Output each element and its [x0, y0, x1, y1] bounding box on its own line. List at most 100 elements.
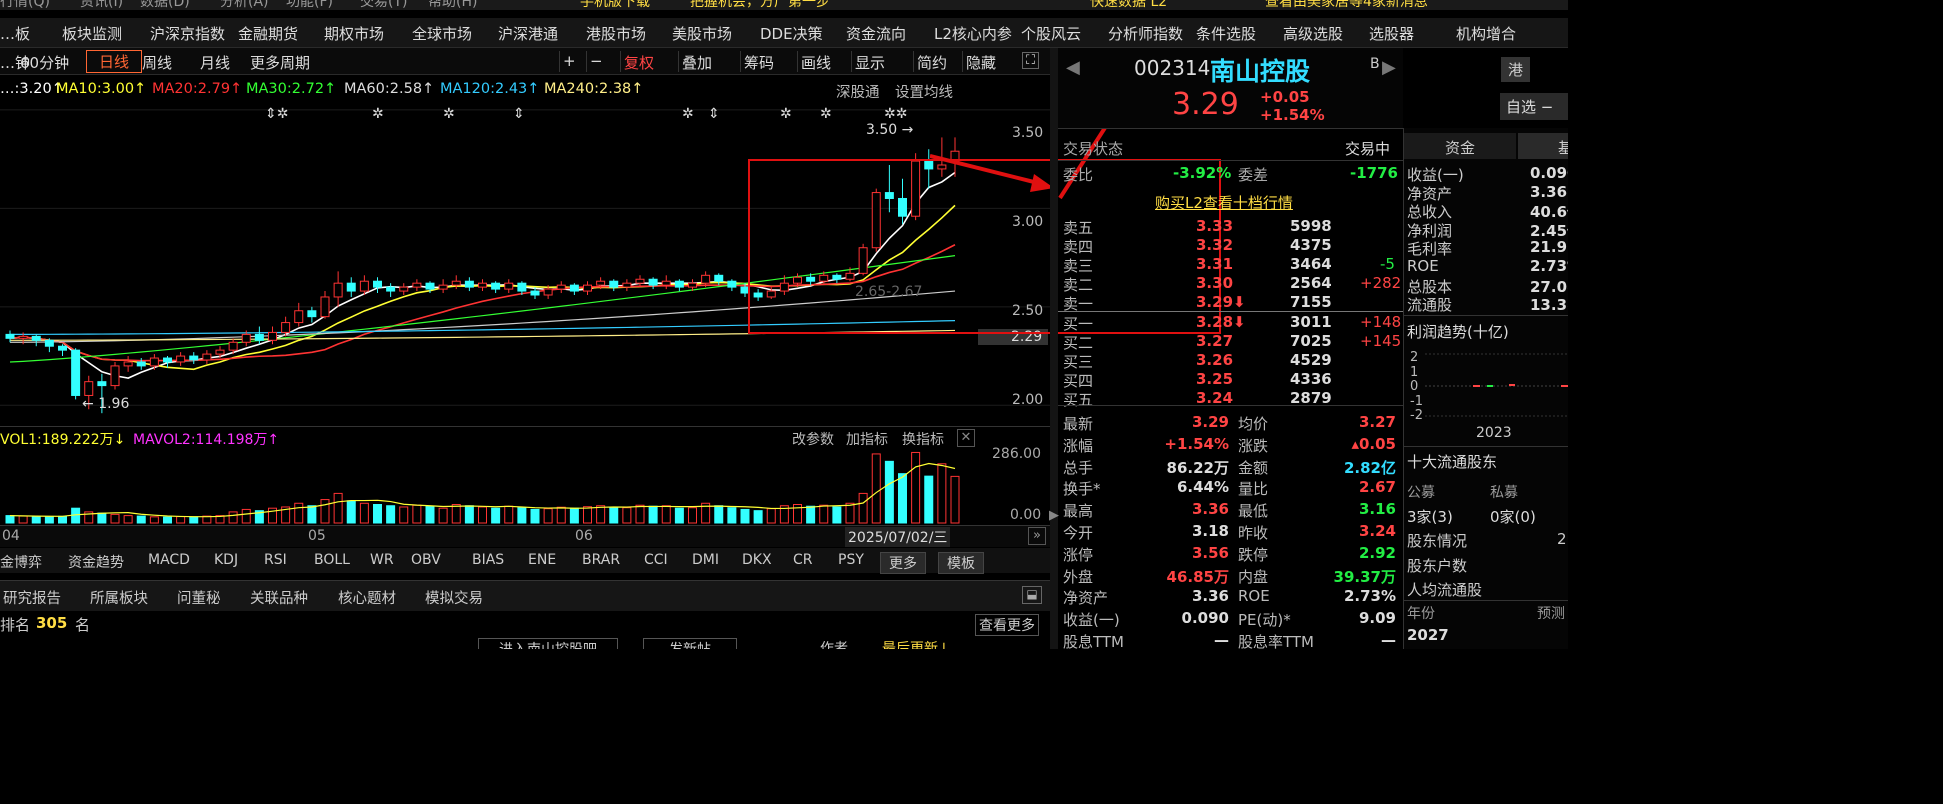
toolbar-button[interactable]: 显示	[855, 52, 885, 73]
menu-item[interactable]: 数据(D)	[140, 0, 190, 10]
see-more-button[interactable]: 查看更多	[975, 614, 1039, 636]
nav-item[interactable]: 条件选股	[1196, 23, 1256, 44]
period-tab[interactable]: 周线	[142, 52, 172, 73]
candle-body	[97, 381, 107, 387]
menu-right-item[interactable]: 快速数据 L2	[1090, 0, 1167, 10]
scroll-right-icon[interactable]: »	[1028, 527, 1046, 545]
nav-item[interactable]: 沪深港通	[498, 23, 558, 44]
bottom-tab[interactable]: 研究报告	[3, 587, 61, 608]
menu-item[interactable]: 行情(Q)	[0, 0, 50, 10]
quote-value: 3.16	[1358, 500, 1396, 519]
nav-item[interactable]: 沪深京指数	[150, 23, 225, 44]
toolbar-button[interactable]: +	[563, 52, 576, 70]
toolbar-button[interactable]: 筹码	[744, 52, 774, 73]
close-icon[interactable]: ✕	[957, 429, 975, 447]
bottom-tab[interactable]: 问董秘	[177, 587, 221, 608]
menu-right-item[interactable]: 手机版下载	[580, 0, 650, 10]
bottom-tab[interactable]: 模拟交易	[425, 587, 483, 608]
menu-item[interactable]: 交易(T)	[360, 0, 407, 10]
nav-item[interactable]: 选股器	[1369, 23, 1414, 44]
bottom-tab[interactable]: 关联品种	[250, 587, 308, 608]
nav-item[interactable]: 高级选股	[1283, 23, 1343, 44]
nav-item[interactable]: 全球市场	[412, 23, 472, 44]
indicator-tab[interactable]: KDJ	[214, 552, 238, 568]
nav-item[interactable]: 个股风云	[1021, 23, 1081, 44]
indicator-tab[interactable]: 更多	[880, 552, 926, 574]
bottom-tab[interactable]: 核心题材	[338, 587, 396, 608]
toolbar-button[interactable]: 画线	[801, 52, 831, 73]
indicator-tab[interactable]: ENE	[528, 552, 556, 568]
toolbar-button[interactable]: −	[590, 52, 603, 70]
splitter[interactable]	[1050, 48, 1058, 649]
indicator-tab[interactable]: PSY	[838, 552, 864, 568]
indicator-tab[interactable]: BOLL	[314, 552, 350, 568]
quote-value: 3.18	[1191, 522, 1229, 540]
holders-row-1[interactable]: 股东情况	[1407, 530, 1467, 551]
switch-indicator-link[interactable]: 换指标	[902, 429, 944, 449]
add-indicator-link[interactable]: 加指标	[846, 429, 888, 449]
bottom-tab[interactable]: 所属板块	[90, 587, 148, 608]
indicator-tab[interactable]: 金博弈	[0, 552, 42, 572]
quote-value: 86.22万	[1166, 458, 1229, 477]
collapse-icon[interactable]: ⬓	[1022, 586, 1042, 604]
holders-row-2[interactable]: 股东户数	[1407, 555, 1467, 576]
indicator-tab[interactable]: MACD	[148, 552, 190, 568]
nav-item[interactable]: 资金流向	[846, 23, 906, 44]
indicator-tab[interactable]: OBV	[411, 552, 441, 568]
nav-item[interactable]: 港股市场	[586, 23, 646, 44]
event-marker-icon: ⇕✲	[265, 106, 288, 122]
nav-item[interactable]: …板	[0, 23, 30, 44]
nav-item[interactable]: L2核心内参	[934, 23, 1012, 44]
quote-value: 6.44%	[1176, 478, 1229, 497]
indicator-tab[interactable]: CCI	[644, 552, 668, 568]
fullscreen-icon[interactable]: ⛶	[1022, 52, 1040, 69]
holders-row-3[interactable]: 人均流通股	[1407, 579, 1482, 600]
fund-tab[interactable]: 资金	[1404, 133, 1516, 159]
prev-stock-icon[interactable]: ◀	[1066, 57, 1080, 78]
next-stock-icon[interactable]: ▶	[1382, 57, 1396, 78]
nav-item[interactable]: DDE决策	[760, 23, 823, 44]
ma-label: MA30:2.72↑	[246, 81, 337, 97]
period-tab[interactable]: 月线	[200, 52, 230, 73]
indicator-tab[interactable]: DMI	[692, 552, 719, 568]
new-post-button[interactable]: 发新帖	[643, 638, 737, 649]
indicator-tab[interactable]: WR	[370, 552, 394, 568]
nav-item[interactable]: 期权市场	[324, 23, 384, 44]
menu-right-item[interactable]: 把握机会，方广第一步	[690, 0, 830, 10]
indicator-tab[interactable]: RSI	[264, 552, 287, 568]
nav-item[interactable]: 美股市场	[672, 23, 732, 44]
indicator-tab[interactable]: 模板	[938, 552, 984, 574]
nav-item[interactable]: 分析师指数	[1108, 23, 1183, 44]
period-tab[interactable]: 日线	[86, 50, 143, 73]
watchlist-button[interactable]: 自选 −	[1500, 93, 1568, 120]
menu-item[interactable]: 资讯(I)	[80, 0, 123, 10]
menu-item[interactable]: 功能(F)	[286, 0, 333, 10]
toolbar-button[interactable]: 叠加	[682, 52, 712, 73]
toolbar-button[interactable]: 隐藏	[966, 52, 996, 73]
collapse-left-icon[interactable]: ▶	[1049, 508, 1059, 523]
period-tab[interactable]: 60分钟	[20, 52, 69, 73]
nav-item[interactable]: 金融期货	[238, 23, 298, 44]
set-ma-link[interactable]: 设置均线	[895, 81, 953, 102]
change-param-link[interactable]: 改参数	[792, 429, 834, 449]
sgt-link[interactable]: 深股通	[836, 81, 880, 102]
weicha-label: 委差	[1238, 166, 1269, 184]
menu-item[interactable]: 帮助(H)	[428, 0, 477, 10]
toolbar-button[interactable]: 复权	[624, 52, 654, 73]
l2-link[interactable]: 购买L2查看十档行情	[1155, 192, 1293, 213]
nav-item[interactable]: 机构增合	[1456, 23, 1516, 44]
period-tab[interactable]: 更多周期	[250, 52, 310, 73]
last-update-header[interactable]: 最后更新↓	[882, 638, 950, 649]
indicator-tab[interactable]: CR	[793, 552, 813, 568]
indicator-tab[interactable]: BRAR	[582, 552, 620, 568]
menu-right-item[interactable]: 查看由美家居等4家新消息	[1265, 0, 1428, 10]
hk-button[interactable]: 港	[1501, 57, 1531, 82]
indicator-tab[interactable]: DKX	[742, 552, 772, 568]
nav-item[interactable]: 板块监测	[62, 23, 122, 44]
toolbar-button[interactable]: 简约	[917, 52, 947, 73]
indicator-tab[interactable]: BIAS	[472, 552, 504, 568]
menu-item[interactable]: 分析(A)	[220, 0, 269, 10]
basic-tab[interactable]: 基	[1518, 133, 1568, 159]
indicator-tab[interactable]: 资金趋势	[68, 552, 124, 572]
enter-forum-button[interactable]: 进入南山控股吧	[478, 638, 618, 649]
